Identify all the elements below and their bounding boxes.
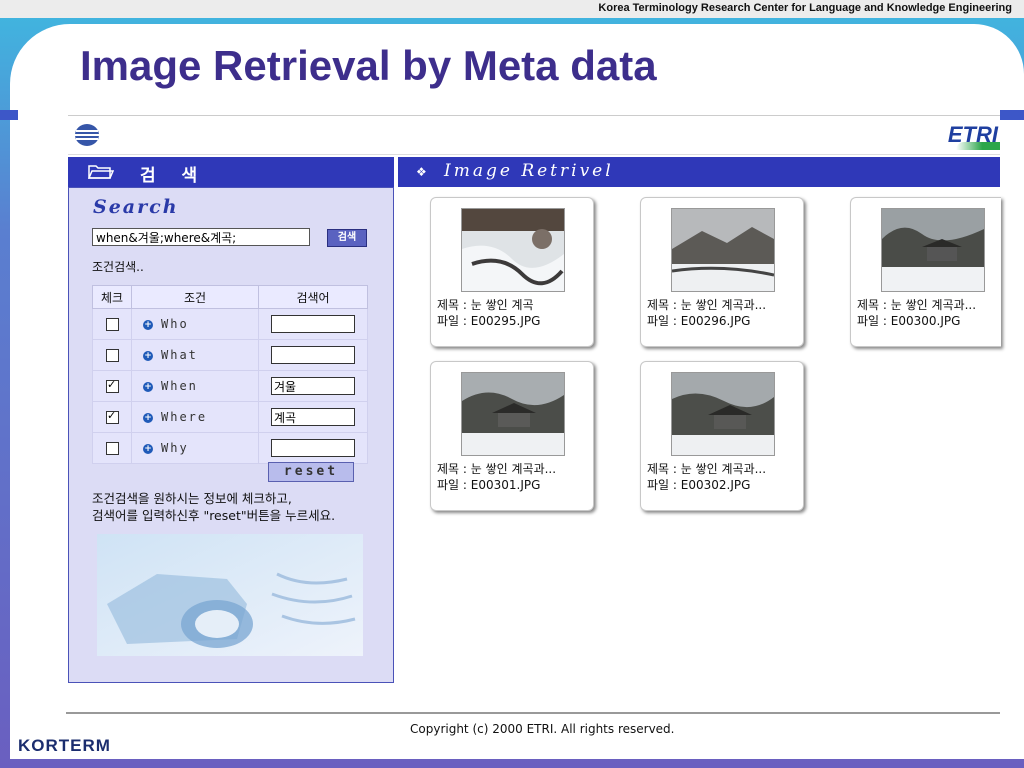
bullet-icon: + (143, 319, 153, 330)
search-heading: Search (93, 196, 179, 218)
diamond-bullet-icon: ❖ (416, 165, 427, 179)
results-tab-label: Image Retrivel (444, 161, 614, 181)
snow-pavilion-photo[interactable] (461, 372, 565, 456)
reset-button[interactable]: reset (268, 462, 354, 482)
app-header: ETRI (68, 115, 1000, 155)
footer-divider (66, 712, 1000, 714)
results-tab-bar: ❖ Image Retrivel (398, 157, 1000, 187)
header-term: 검색어 (258, 285, 368, 309)
condition-row-what: + What (92, 339, 368, 371)
who-checkbox[interactable] (106, 318, 119, 331)
result-card[interactable]: 제목 : 눈 쌓인 계곡과... 파일 : E00302.JPG (640, 361, 804, 511)
who-term-input[interactable] (271, 315, 355, 333)
where-term-input[interactable]: 계곡 (271, 408, 355, 426)
help-line-2: 검색어를 입력하신후 "reset"버튼을 누르세요. (92, 508, 336, 523)
bullet-icon: + (143, 412, 153, 423)
condition-row-why: + Why (92, 432, 368, 464)
korterm-logo: KORTERM (18, 736, 111, 755)
snow-valley-photo[interactable] (671, 208, 775, 292)
condition-name: Who (161, 317, 189, 331)
search-tab-bar: 검 색 (68, 157, 394, 187)
why-term-input[interactable] (271, 439, 355, 457)
result-title: 제목 : 눈 쌓인 계곡과... (647, 298, 767, 312)
help-text: 조건검색을 원하시는 정보에 체크하고, 검색어를 입력하신후 "reset"버… (92, 490, 335, 524)
condition-table: 체크 조건 검색어 +Who +What +When 겨울 +Whe (92, 285, 368, 464)
what-checkbox[interactable] (106, 349, 119, 362)
when-checkbox[interactable] (106, 378, 119, 393)
table-header-row: 체크 조건 검색어 (92, 285, 368, 309)
search-panel: Search 검색 조건검색.. 체크 조건 검색어 + Who + What + (68, 187, 394, 683)
bullet-icon: + (143, 350, 153, 361)
result-file: 파일 : E00296.JPG (647, 314, 751, 328)
condition-row-who: + Who (92, 308, 368, 340)
condition-row-when: + When 겨울 (92, 370, 368, 402)
organization-name: Korea Terminology Research Center for La… (598, 2, 1012, 14)
search-tab-label: 검 색 (140, 166, 208, 186)
condition-name: Where (161, 410, 208, 424)
snow-pavilion-photo[interactable] (671, 372, 775, 456)
globe-logo-icon[interactable] (74, 123, 100, 147)
result-card[interactable]: 제목 : 눈 쌓인 계곡 파일 : E00295.JPG (430, 197, 594, 347)
result-card[interactable]: 제목 : 눈 쌓인 계곡과... 파일 : E00296.JPG (640, 197, 804, 347)
header-check: 체크 (92, 285, 132, 309)
etri-swoosh-icon (956, 142, 1000, 150)
help-line-1: 조건검색을 원하시는 정보에 체크하고, (92, 491, 292, 506)
result-title: 제목 : 눈 쌓인 계곡과... (647, 462, 767, 476)
query-input[interactable] (92, 228, 310, 246)
bullet-icon: + (143, 381, 153, 392)
top-banner: Korea Terminology Research Center for La… (0, 0, 1024, 18)
result-file: 파일 : E00300.JPG (857, 314, 961, 328)
result-file: 파일 : E00295.JPG (437, 314, 541, 328)
snow-pavilion-photo[interactable] (881, 208, 985, 292)
result-title: 제목 : 눈 쌓인 계곡과... (437, 462, 557, 476)
when-term-input[interactable]: 겨울 (271, 377, 355, 395)
result-card[interactable]: 제목 : 눈 쌓인 계곡과... 파일 : E00301.JPG (430, 361, 594, 511)
search-button[interactable]: 검색 (327, 229, 367, 247)
condition-row-where: + Where 계곡 (92, 401, 368, 433)
result-card[interactable]: 제목 : 눈 쌓인 계곡과... 파일 : E00300.JPG (850, 197, 1001, 347)
result-file: 파일 : E00302.JPG (647, 478, 751, 492)
result-file: 파일 : E00301.JPG (437, 478, 541, 492)
copyright-text: Copyright (c) 2000 ETRI. All rights rese… (410, 722, 675, 736)
where-checkbox[interactable] (106, 409, 119, 424)
result-title: 제목 : 눈 쌓인 계곡 (437, 298, 534, 312)
header-condition: 조건 (131, 285, 259, 309)
condition-name: When (161, 379, 198, 393)
left-accent (0, 110, 18, 120)
camera-illustration (97, 534, 363, 656)
right-accent (1000, 110, 1024, 120)
folder-open-icon (88, 165, 114, 179)
snow-valley-photo[interactable] (461, 208, 565, 292)
app-window: ETRI 검 색 ❖ Image Retrivel Search 검색 조건검색… (68, 115, 1001, 715)
what-term-input[interactable] (271, 346, 355, 364)
condition-name: Why (161, 441, 189, 455)
why-checkbox[interactable] (106, 442, 119, 455)
bullet-icon: + (143, 443, 153, 454)
slide-title: Image Retrieval by Meta data (80, 42, 657, 89)
result-title: 제목 : 눈 쌓인 계곡과... (857, 298, 977, 312)
conditional-search-label: 조건검색.. (92, 260, 144, 274)
result-thumbnails: 제목 : 눈 쌓인 계곡 파일 : E00295.JPG 제목 : 눈 쌓인 계… (398, 187, 1001, 681)
condition-name: What (161, 348, 198, 362)
